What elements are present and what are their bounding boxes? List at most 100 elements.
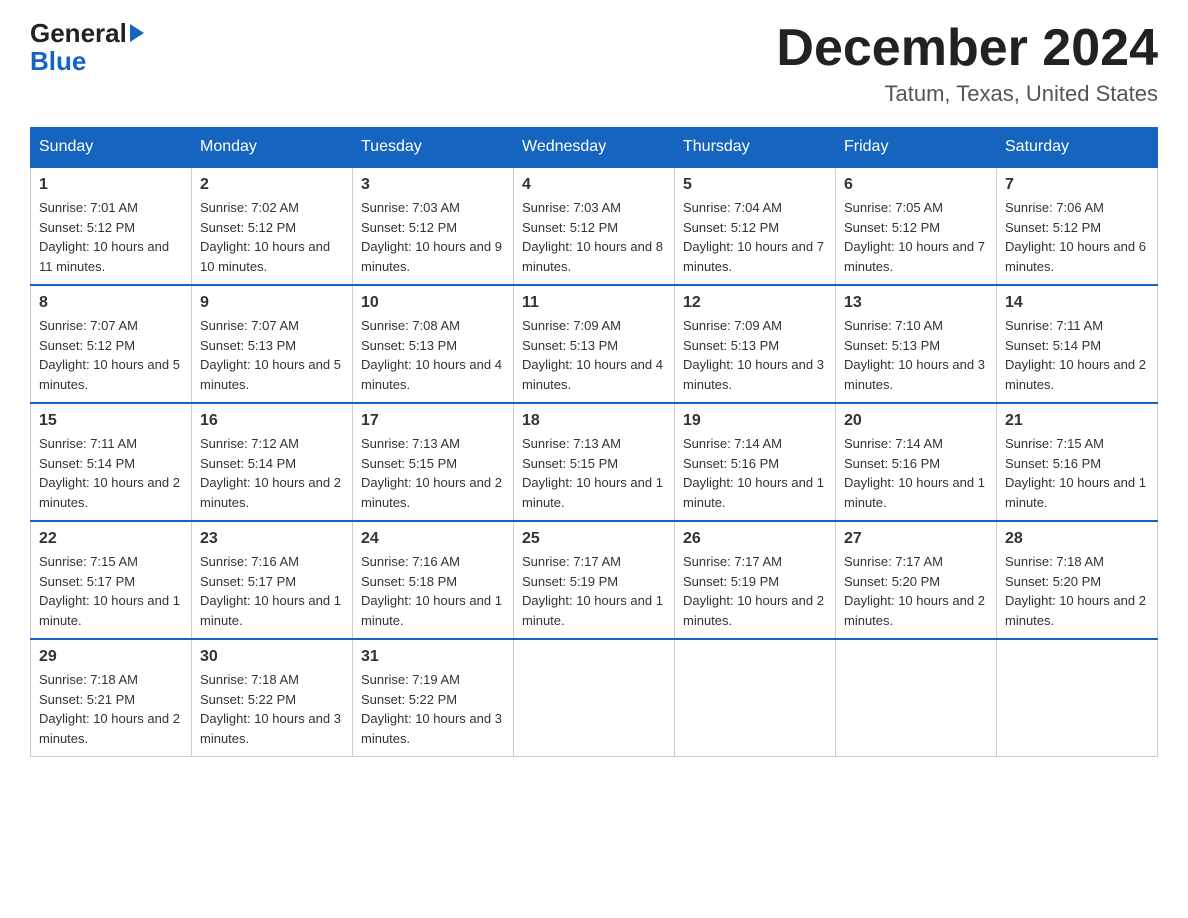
day-number: 11	[522, 294, 666, 312]
day-info: Sunrise: 7:16 AM Sunset: 5:17 PM Dayligh…	[200, 552, 344, 630]
calendar-day-cell: 10 Sunrise: 7:08 AM Sunset: 5:13 PM Dayl…	[353, 285, 514, 403]
day-info: Sunrise: 7:15 AM Sunset: 5:17 PM Dayligh…	[39, 552, 183, 630]
day-info: Sunrise: 7:07 AM Sunset: 5:13 PM Dayligh…	[200, 316, 344, 394]
calendar-day-cell: 5 Sunrise: 7:04 AM Sunset: 5:12 PM Dayli…	[675, 167, 836, 285]
day-info: Sunrise: 7:03 AM Sunset: 5:12 PM Dayligh…	[522, 198, 666, 276]
day-number: 26	[683, 530, 827, 548]
calendar-day-cell: 13 Sunrise: 7:10 AM Sunset: 5:13 PM Dayl…	[836, 285, 997, 403]
day-number: 21	[1005, 412, 1149, 430]
day-number: 7	[1005, 176, 1149, 194]
day-number: 10	[361, 294, 505, 312]
calendar-day-cell: 30 Sunrise: 7:18 AM Sunset: 5:22 PM Dayl…	[192, 639, 353, 757]
calendar-day-cell: 27 Sunrise: 7:17 AM Sunset: 5:20 PM Dayl…	[836, 521, 997, 639]
weekday-header-row: Sunday Monday Tuesday Wednesday Thursday…	[31, 128, 1158, 168]
calendar-week-row: 8 Sunrise: 7:07 AM Sunset: 5:12 PM Dayli…	[31, 285, 1158, 403]
logo-line2: Blue	[30, 48, 144, 74]
calendar-day-cell: 16 Sunrise: 7:12 AM Sunset: 5:14 PM Dayl…	[192, 403, 353, 521]
header-friday: Friday	[836, 128, 997, 168]
day-number: 20	[844, 412, 988, 430]
calendar-week-row: 1 Sunrise: 7:01 AM Sunset: 5:12 PM Dayli…	[31, 167, 1158, 285]
day-number: 5	[683, 176, 827, 194]
day-info: Sunrise: 7:14 AM Sunset: 5:16 PM Dayligh…	[683, 434, 827, 512]
calendar-day-cell: 9 Sunrise: 7:07 AM Sunset: 5:13 PM Dayli…	[192, 285, 353, 403]
day-info: Sunrise: 7:04 AM Sunset: 5:12 PM Dayligh…	[683, 198, 827, 276]
calendar-day-cell	[836, 639, 997, 757]
day-number: 19	[683, 412, 827, 430]
day-number: 23	[200, 530, 344, 548]
day-info: Sunrise: 7:17 AM Sunset: 5:19 PM Dayligh…	[522, 552, 666, 630]
calendar-day-cell: 19 Sunrise: 7:14 AM Sunset: 5:16 PM Dayl…	[675, 403, 836, 521]
calendar-day-cell	[514, 639, 675, 757]
day-info: Sunrise: 7:01 AM Sunset: 5:12 PM Dayligh…	[39, 198, 183, 276]
calendar-day-cell: 31 Sunrise: 7:19 AM Sunset: 5:22 PM Dayl…	[353, 639, 514, 757]
day-info: Sunrise: 7:19 AM Sunset: 5:22 PM Dayligh…	[361, 670, 505, 748]
calendar-week-row: 22 Sunrise: 7:15 AM Sunset: 5:17 PM Dayl…	[31, 521, 1158, 639]
calendar-day-cell: 25 Sunrise: 7:17 AM Sunset: 5:19 PM Dayl…	[514, 521, 675, 639]
day-number: 3	[361, 176, 505, 194]
day-info: Sunrise: 7:17 AM Sunset: 5:19 PM Dayligh…	[683, 552, 827, 630]
calendar-day-cell: 20 Sunrise: 7:14 AM Sunset: 5:16 PM Dayl…	[836, 403, 997, 521]
calendar-day-cell: 18 Sunrise: 7:13 AM Sunset: 5:15 PM Dayl…	[514, 403, 675, 521]
day-info: Sunrise: 7:15 AM Sunset: 5:16 PM Dayligh…	[1005, 434, 1149, 512]
logo-line1: General	[30, 20, 144, 46]
calendar-day-cell: 14 Sunrise: 7:11 AM Sunset: 5:14 PM Dayl…	[997, 285, 1158, 403]
header-thursday: Thursday	[675, 128, 836, 168]
calendar-day-cell: 11 Sunrise: 7:09 AM Sunset: 5:13 PM Dayl…	[514, 285, 675, 403]
day-number: 6	[844, 176, 988, 194]
title-area: December 2024 Tatum, Texas, United State…	[776, 20, 1158, 107]
day-number: 22	[39, 530, 183, 548]
day-info: Sunrise: 7:03 AM Sunset: 5:12 PM Dayligh…	[361, 198, 505, 276]
calendar-day-cell: 26 Sunrise: 7:17 AM Sunset: 5:19 PM Dayl…	[675, 521, 836, 639]
calendar-day-cell: 2 Sunrise: 7:02 AM Sunset: 5:12 PM Dayli…	[192, 167, 353, 285]
day-number: 24	[361, 530, 505, 548]
calendar-day-cell: 7 Sunrise: 7:06 AM Sunset: 5:12 PM Dayli…	[997, 167, 1158, 285]
calendar-day-cell: 3 Sunrise: 7:03 AM Sunset: 5:12 PM Dayli…	[353, 167, 514, 285]
day-number: 16	[200, 412, 344, 430]
calendar-week-row: 15 Sunrise: 7:11 AM Sunset: 5:14 PM Dayl…	[31, 403, 1158, 521]
page-header: General Blue December 2024 Tatum, Texas,…	[30, 20, 1158, 107]
day-info: Sunrise: 7:16 AM Sunset: 5:18 PM Dayligh…	[361, 552, 505, 630]
day-info: Sunrise: 7:11 AM Sunset: 5:14 PM Dayligh…	[39, 434, 183, 512]
location-title: Tatum, Texas, United States	[776, 81, 1158, 107]
logo-arrow-icon	[130, 24, 144, 42]
calendar-day-cell: 1 Sunrise: 7:01 AM Sunset: 5:12 PM Dayli…	[31, 167, 192, 285]
calendar-day-cell: 24 Sunrise: 7:16 AM Sunset: 5:18 PM Dayl…	[353, 521, 514, 639]
day-info: Sunrise: 7:18 AM Sunset: 5:22 PM Dayligh…	[200, 670, 344, 748]
day-number: 4	[522, 176, 666, 194]
day-number: 18	[522, 412, 666, 430]
day-number: 14	[1005, 294, 1149, 312]
header-tuesday: Tuesday	[353, 128, 514, 168]
calendar-day-cell: 17 Sunrise: 7:13 AM Sunset: 5:15 PM Dayl…	[353, 403, 514, 521]
day-number: 30	[200, 648, 344, 666]
logo-general-text: General	[30, 20, 127, 46]
day-info: Sunrise: 7:02 AM Sunset: 5:12 PM Dayligh…	[200, 198, 344, 276]
day-number: 12	[683, 294, 827, 312]
day-info: Sunrise: 7:09 AM Sunset: 5:13 PM Dayligh…	[683, 316, 827, 394]
day-info: Sunrise: 7:09 AM Sunset: 5:13 PM Dayligh…	[522, 316, 666, 394]
day-number: 13	[844, 294, 988, 312]
calendar-day-cell: 29 Sunrise: 7:18 AM Sunset: 5:21 PM Dayl…	[31, 639, 192, 757]
day-info: Sunrise: 7:10 AM Sunset: 5:13 PM Dayligh…	[844, 316, 988, 394]
day-info: Sunrise: 7:07 AM Sunset: 5:12 PM Dayligh…	[39, 316, 183, 394]
day-number: 27	[844, 530, 988, 548]
day-number: 9	[200, 294, 344, 312]
header-saturday: Saturday	[997, 128, 1158, 168]
day-info: Sunrise: 7:17 AM Sunset: 5:20 PM Dayligh…	[844, 552, 988, 630]
calendar-day-cell: 8 Sunrise: 7:07 AM Sunset: 5:12 PM Dayli…	[31, 285, 192, 403]
day-number: 2	[200, 176, 344, 194]
calendar-day-cell: 12 Sunrise: 7:09 AM Sunset: 5:13 PM Dayl…	[675, 285, 836, 403]
day-number: 28	[1005, 530, 1149, 548]
day-info: Sunrise: 7:18 AM Sunset: 5:21 PM Dayligh…	[39, 670, 183, 748]
day-number: 31	[361, 648, 505, 666]
day-info: Sunrise: 7:11 AM Sunset: 5:14 PM Dayligh…	[1005, 316, 1149, 394]
header-monday: Monday	[192, 128, 353, 168]
month-title: December 2024	[776, 20, 1158, 77]
day-info: Sunrise: 7:05 AM Sunset: 5:12 PM Dayligh…	[844, 198, 988, 276]
calendar-day-cell: 28 Sunrise: 7:18 AM Sunset: 5:20 PM Dayl…	[997, 521, 1158, 639]
day-info: Sunrise: 7:06 AM Sunset: 5:12 PM Dayligh…	[1005, 198, 1149, 276]
calendar-table: Sunday Monday Tuesday Wednesday Thursday…	[30, 127, 1158, 757]
calendar-day-cell: 22 Sunrise: 7:15 AM Sunset: 5:17 PM Dayl…	[31, 521, 192, 639]
day-info: Sunrise: 7:13 AM Sunset: 5:15 PM Dayligh…	[522, 434, 666, 512]
logo: General Blue	[30, 20, 144, 74]
day-info: Sunrise: 7:12 AM Sunset: 5:14 PM Dayligh…	[200, 434, 344, 512]
